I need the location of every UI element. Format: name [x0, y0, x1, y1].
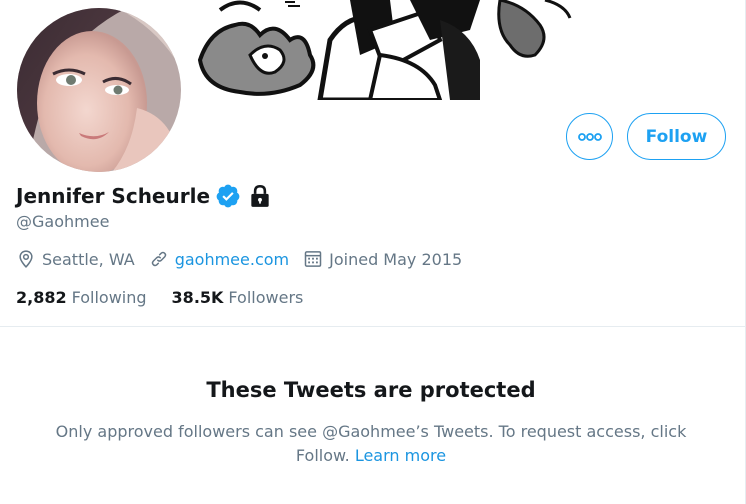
section-divider	[0, 326, 746, 327]
profile-meta-row: Seattle, WA gaohmee.com Joined May 2015	[16, 246, 476, 272]
joined-item: Joined May 2015	[303, 249, 462, 269]
website-link[interactable]: gaohmee.com	[175, 250, 289, 269]
protected-lock-icon	[251, 184, 269, 207]
website-item: gaohmee.com	[149, 249, 289, 269]
followers-count: 38.5K	[171, 287, 224, 307]
display-name: Jennifer Scheurle	[16, 184, 211, 208]
profile-avatar[interactable]	[13, 4, 185, 176]
avatar-photo	[17, 8, 181, 172]
more-options-button[interactable]	[566, 113, 613, 160]
following-label: Following	[71, 287, 147, 307]
protected-notice-title: These Tweets are protected	[206, 378, 536, 402]
learn-more-link[interactable]: Learn more	[355, 446, 446, 465]
calendar-icon	[304, 251, 322, 267]
followers-label: Followers	[228, 287, 304, 307]
profile-page: Follow Jennifer Scheurle @Gaohmee Seattl…	[0, 0, 746, 504]
follow-button[interactable]: Follow	[627, 113, 726, 160]
profile-stats-row: 2,882 Following 38.5K Followers	[16, 284, 328, 310]
following-stat[interactable]: 2,882 Following	[16, 288, 147, 307]
protected-notice-body: Only approved followers can see @Gaohmee…	[40, 420, 702, 468]
location-pin-icon	[19, 250, 33, 269]
joined-text: Joined May 2015	[329, 249, 463, 269]
more-horizontal-icon	[577, 132, 602, 141]
verified-badge-icon	[216, 184, 240, 208]
location-text: Seattle, WA	[42, 249, 135, 269]
banner-artwork	[197, 0, 572, 100]
profile-handle: @Gaohmee	[16, 212, 110, 231]
profile-name-row: Jennifer Scheurle	[16, 181, 273, 211]
link-icon	[151, 251, 166, 267]
following-count: 2,882	[16, 287, 67, 307]
followers-stat[interactable]: 38.5K Followers	[172, 288, 304, 307]
location-item: Seattle, WA	[16, 249, 135, 269]
